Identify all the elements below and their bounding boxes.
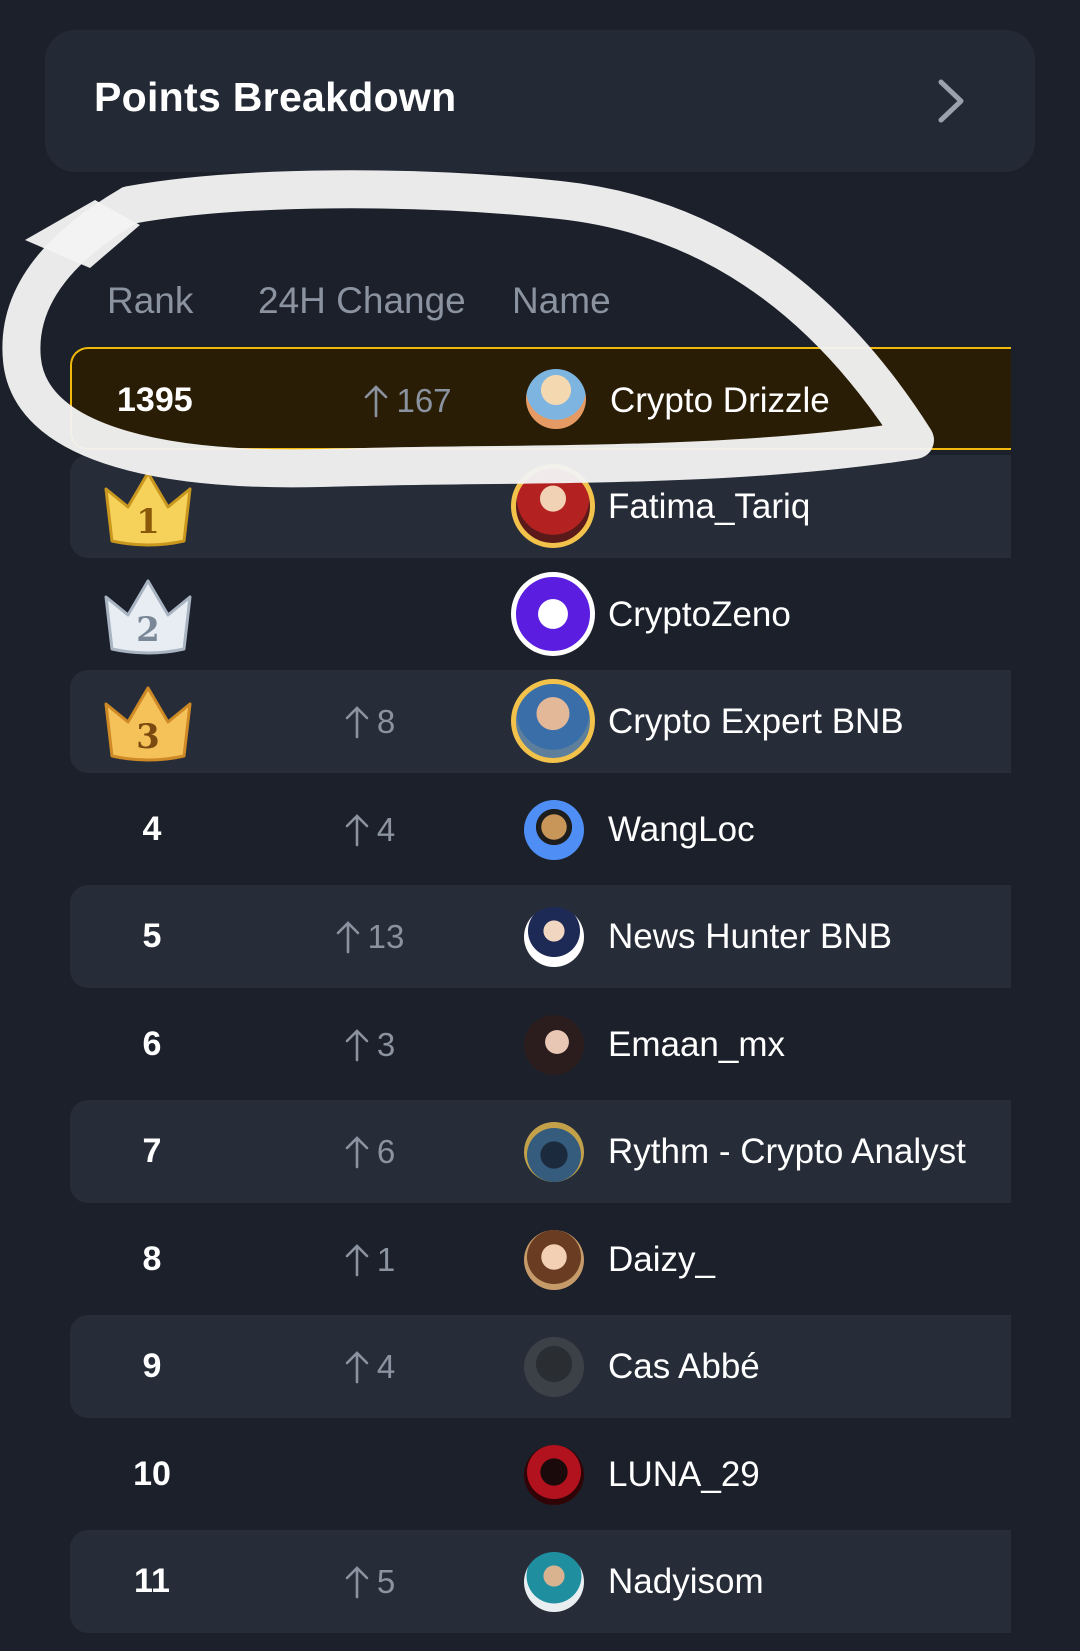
user-name[interactable]: Nadyisom: [608, 1530, 764, 1633]
change-value: 4: [376, 810, 396, 848]
rank-number: 4: [142, 810, 162, 848]
crown-silver-icon: 2: [104, 579, 192, 655]
user-name[interactable]: Rythm - Crypto Analyst: [608, 1100, 966, 1203]
user-name[interactable]: News Hunter BNB: [608, 885, 892, 988]
rank-number: 8: [142, 1240, 162, 1278]
user-name[interactable]: Emaan_mx: [608, 993, 785, 1096]
rank-number: 7: [142, 1132, 162, 1170]
change-value: 4: [376, 1347, 396, 1385]
user-name[interactable]: Cas Abbé: [608, 1315, 760, 1418]
avatar: [511, 464, 595, 548]
leaderboard-row[interactable]: 6 3 Emaan_mx: [70, 993, 1011, 1096]
change-cell: 1: [290, 1208, 450, 1311]
current-user-change: 167: [328, 349, 488, 452]
avatar: [524, 1122, 584, 1182]
avatar: [524, 1230, 584, 1290]
arrow-up-icon: [345, 1135, 369, 1168]
arrow-up-icon: [345, 705, 369, 738]
arrow-up-icon: [365, 384, 388, 417]
leaderboard-row[interactable]: 9 4 Cas Abbé: [70, 1315, 1011, 1418]
avatar: [526, 369, 586, 429]
crown-gold-icon: 1: [104, 471, 192, 547]
change-cell: 4: [290, 778, 450, 881]
leaderboard-row[interactable]: 1 Fatima_Tariq: [70, 455, 1011, 558]
current-user-name[interactable]: Crypto Drizzle: [610, 349, 830, 452]
avatar: [511, 572, 595, 656]
column-24h-change: 24H Change: [258, 280, 466, 321]
change-value: 8: [376, 702, 396, 740]
change-cell: 13: [290, 885, 450, 988]
leaderboard-row[interactable]: 5 13 News Hunter BNB: [70, 885, 1011, 988]
change-cell: 6: [290, 1100, 450, 1203]
change-cell: 4: [290, 1315, 450, 1418]
user-name[interactable]: Crypto Expert BNB: [608, 670, 904, 773]
avatar: [511, 679, 595, 763]
user-name[interactable]: WangLoc: [608, 778, 755, 881]
points-breakdown-card[interactable]: Points Breakdown: [45, 30, 1035, 172]
avatar: [524, 1445, 584, 1505]
card-title: Points Breakdown: [94, 74, 457, 120]
avatar: [524, 1015, 584, 1075]
user-name[interactable]: Daizy_: [608, 1208, 715, 1311]
leaderboard-row[interactable]: 11 5 Nadyisom: [70, 1530, 1011, 1633]
arrow-up-icon: [345, 813, 369, 846]
change-value: 1: [376, 1240, 396, 1278]
arrow-up-icon: [345, 1350, 369, 1383]
arrow-up-icon: [345, 1565, 369, 1598]
column-rank: Rank: [107, 280, 194, 321]
crown-bronze-icon: 3: [104, 686, 192, 762]
avatar: [524, 1552, 584, 1612]
avatar: [524, 1337, 584, 1397]
rank-number: 10: [133, 1455, 171, 1493]
change-value: 3: [376, 1025, 396, 1063]
current-user-rank: 1395: [117, 381, 193, 419]
leaderboard-row[interactable]: 7 6 Rythm - Crypto Analyst: [70, 1100, 1011, 1203]
table-header: Rank 24H Change Name: [0, 280, 1080, 330]
avatar: [524, 800, 584, 860]
rank-number: 9: [142, 1347, 162, 1385]
rank-number: 5: [142, 917, 162, 955]
leaderboard-row[interactable]: 10 LUNA_29: [70, 1423, 1011, 1526]
arrow-up-icon: [345, 1028, 369, 1061]
change-value: 5: [376, 1562, 396, 1600]
leaderboard-row[interactable]: 8 1 Daizy_: [70, 1208, 1011, 1311]
arrow-up-icon: [345, 1243, 369, 1276]
avatar: [524, 907, 584, 967]
svg-text:1: 1: [136, 502, 160, 542]
change-value: 6: [376, 1132, 396, 1170]
svg-text:3: 3: [136, 717, 160, 757]
leaderboard-row[interactable]: 3 8 Crypto Expert BNB: [70, 670, 1011, 773]
change-cell: 8: [290, 670, 450, 773]
leaderboard-row[interactable]: 4 4 WangLoc: [70, 778, 1011, 881]
arrow-up-icon: [336, 920, 359, 953]
column-name: Name: [512, 280, 611, 321]
user-name[interactable]: Fatima_Tariq: [608, 455, 810, 558]
change-cell: 5: [290, 1530, 450, 1633]
chevron-right-icon[interactable]: [927, 78, 973, 124]
rank-number: 6: [142, 1025, 162, 1063]
leaderboard-row[interactable]: 2 CryptoZeno: [70, 563, 1011, 666]
svg-text:2: 2: [136, 610, 160, 650]
current-user-change-value: 167: [396, 381, 452, 419]
rank-number: 11: [134, 1562, 170, 1600]
user-name[interactable]: CryptoZeno: [608, 563, 791, 666]
user-name[interactable]: LUNA_29: [608, 1423, 760, 1526]
change-value: 13: [367, 917, 405, 955]
change-cell: 3: [290, 993, 450, 1096]
current-user-row[interactable]: 1395 167 Crypto Drizzle: [70, 347, 1011, 450]
